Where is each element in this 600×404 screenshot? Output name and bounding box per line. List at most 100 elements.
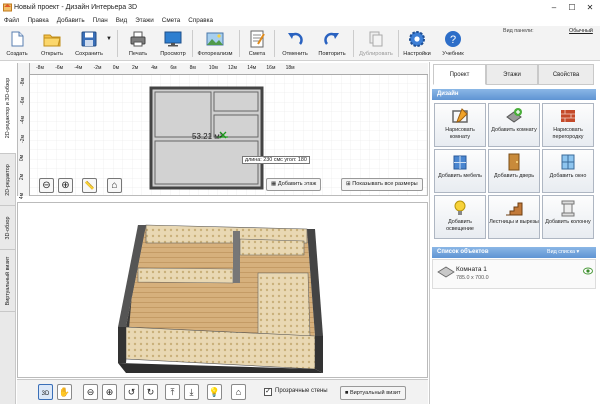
print-icon (130, 31, 146, 47)
design-btn-label: Добавить мебель (438, 173, 482, 179)
ruler-top-tick-label: -4м (74, 65, 83, 71)
menu-edit[interactable]: Правка (23, 15, 52, 26)
tab-properties[interactable]: Свойства (538, 64, 594, 85)
create-button[interactable]: Создать (2, 26, 32, 61)
menu-add[interactable]: Добавить (53, 15, 89, 26)
design-btn-add-lighting[interactable]: Добавить освещение (434, 195, 486, 239)
list-view-dropdown[interactable]: Вид списка ▾ (547, 249, 579, 255)
ruler-top-tick-label: 16м (266, 65, 276, 71)
design-btn-draw-partition[interactable]: Нарисовать перегородку (542, 103, 594, 147)
save-icon (81, 31, 97, 47)
ruler-top-tick-label: 6м (170, 65, 177, 71)
design-btn-stairs[interactable]: Лестницы и вырезы (488, 195, 540, 239)
preview-monitor-icon (164, 31, 182, 47)
left-vertical-tabs: 2D-редактор и 3D-обзор 2D-редактор 3D-об… (0, 62, 16, 404)
add-room-icon (506, 108, 522, 123)
zoom-in-button[interactable]: ⊕ (58, 178, 73, 193)
home-icon: ⌂ (235, 387, 242, 397)
settings-gear-icon (409, 31, 425, 47)
settings-button[interactable]: Настройки (401, 26, 433, 61)
add-floor-button[interactable]: ▦ Добавить этаж (266, 178, 322, 191)
tilt-up-icon: ⤒ (170, 387, 175, 397)
save-button[interactable]: Сохранить (72, 26, 106, 61)
minimize-button[interactable]: – (548, 2, 560, 13)
rotate-left-button[interactable]: ↺ (124, 384, 139, 400)
design-btn-label: Нарисовать перегородку (552, 127, 584, 140)
home-view-button[interactable]: ⌂ (107, 178, 122, 193)
tab-2d-editor[interactable]: 2D-редактор (0, 154, 16, 206)
design-btn-add-furniture[interactable]: Добавить мебель (434, 149, 486, 193)
pan-hand-button[interactable]: ✋ (57, 384, 72, 400)
design-btn-add-column[interactable]: Добавить колонну (542, 195, 594, 239)
object-name: Комната 1 (456, 266, 487, 273)
redo-button[interactable]: Повторить (314, 26, 350, 61)
tab-project[interactable]: Проект (433, 64, 486, 85)
tab-floors[interactable]: Этажи (486, 64, 538, 85)
menu-file[interactable]: Файл (0, 15, 23, 26)
menu-floors[interactable]: Этажи (131, 15, 158, 26)
view-3d[interactable] (17, 202, 428, 378)
menu-estimate[interactable]: Смета (158, 15, 185, 26)
tutorial-button[interactable]: ? Учебник (437, 26, 469, 61)
maximize-button[interactable]: ☐ (566, 2, 578, 13)
rotate-right-button[interactable]: ↻ (143, 384, 158, 400)
zoom-in-3d-button[interactable]: ⊕ (102, 384, 117, 400)
preview-button[interactable]: Просмотр (156, 26, 190, 61)
tab-3d-view[interactable]: 3D-обзор (0, 206, 16, 250)
visibility-eye-icon[interactable] (583, 267, 593, 275)
zoom-out-icon: ⊖ (42, 180, 51, 191)
estimate-button[interactable]: Смета (243, 26, 271, 61)
duplicate-button[interactable]: Дублировать (356, 26, 396, 61)
menu-plan[interactable]: План (89, 15, 112, 26)
photorealism-button[interactable]: Фотореализм (194, 26, 236, 61)
house-3d-model (118, 224, 323, 373)
tab-2d-editor-3d-view[interactable]: 2D-редактор и 3D-обзор (0, 62, 16, 154)
add-door-icon (508, 153, 520, 171)
new-file-icon (11, 31, 24, 47)
show-all-sizes-button[interactable]: ⊞ Показывать все размеры (341, 178, 423, 191)
home-3d-button[interactable]: ⌂ (231, 384, 246, 400)
list-item[interactable] (437, 265, 455, 283)
zoom-out-3d-button[interactable]: ⊖ (83, 384, 98, 400)
ruler-top-tick-label: 8м (189, 65, 196, 71)
design-buttons-grid: Нарисовать комнату Добавить комнату Нарисо… (434, 103, 594, 243)
object-list: Комната 1 785.0 x 700.0 (432, 259, 596, 289)
plan-2d-editor[interactable]: 53.21 м² длина: 230 смс угол: 180 ⊖ ⊕ 📏 … (17, 63, 428, 196)
virtual-visit-button[interactable]: ■ Виртуальный визит (340, 386, 406, 400)
design-btn-add-door[interactable]: Добавить дверь (488, 149, 540, 193)
lighting-button[interactable]: 💡 (207, 384, 222, 400)
tilt-up-button[interactable]: ⤒ (165, 384, 180, 400)
dimension-tooltip: длина: 230 смс угол: 180 (242, 156, 310, 164)
zoom-out-button[interactable]: ⊖ (39, 178, 54, 193)
photorealism-icon (206, 32, 224, 46)
rotate-right-icon: ↻ (146, 387, 155, 397)
close-button[interactable]: ✕ (584, 2, 596, 13)
tilt-down-button[interactable]: ⤓ (184, 384, 199, 400)
app-icon (3, 3, 12, 12)
menu-help[interactable]: Справка (184, 15, 217, 26)
add-window-icon (561, 154, 575, 170)
ruler-top-tick-label: 0м (112, 65, 120, 71)
menu-view[interactable]: Вид (112, 15, 131, 26)
hand-icon: ✋ (58, 387, 71, 397)
rotate-3d-button[interactable]: 3D (38, 384, 53, 400)
toolbar-separator (192, 30, 193, 57)
undo-button[interactable]: Отменить (278, 26, 312, 61)
draw-partition-icon (561, 110, 575, 122)
rotate-3d-icon: 3D (41, 391, 50, 397)
design-btn-add-window[interactable]: Добавить окно (542, 149, 594, 193)
ruler-top-tick-label: 12м (228, 65, 237, 71)
transparent-walls-checkbox[interactable]: ✓ (264, 388, 272, 396)
tab-virtual-visit[interactable]: Виртуальный визит (0, 250, 16, 312)
toolbar-separator (117, 30, 118, 57)
view-panel-link[interactable]: Обычный (569, 28, 593, 34)
svg-text:?: ? (450, 34, 456, 46)
measure-tool-button[interactable]: 📏 (82, 178, 97, 193)
design-btn-add-room[interactable]: Добавить комнату (488, 103, 540, 147)
print-button[interactable]: Печать (122, 26, 154, 61)
save-dropdown-arrow-icon[interactable]: ▼ (106, 36, 112, 42)
zoom-in-icon: ⊕ (61, 180, 70, 191)
ruler-top-tick-label: 10м (208, 65, 218, 71)
design-btn-draw-room[interactable]: Нарисовать комнату (434, 103, 486, 147)
open-button[interactable]: Открыть (36, 26, 68, 61)
